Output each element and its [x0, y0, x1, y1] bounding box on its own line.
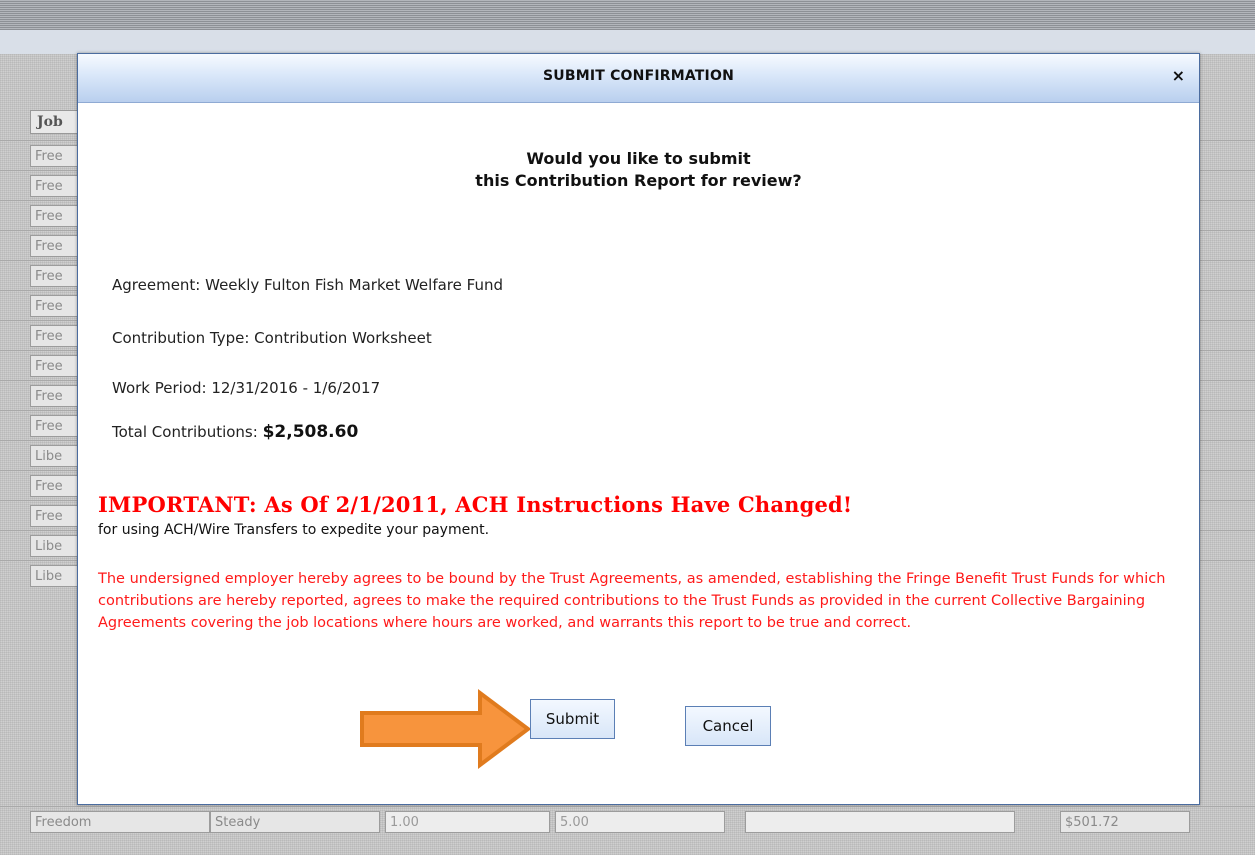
table-cell: Free — [30, 175, 80, 197]
table-cell: Free — [30, 415, 80, 437]
table-cell: Free — [30, 235, 80, 257]
table-cell: Free — [30, 265, 80, 287]
submit-confirmation-dialog: SUBMIT CONFIRMATION × Would you like to … — [77, 53, 1200, 805]
total-contributions: Total Contributions: $2,508.60 — [112, 422, 358, 442]
table-cell: $501.72 — [1060, 811, 1190, 833]
table-cell: Libe — [30, 445, 80, 467]
table-cell: Free — [30, 505, 80, 527]
close-icon[interactable]: × — [1172, 66, 1185, 85]
table-cell: Free — [30, 145, 80, 167]
agreement-text: Agreement: Weekly Fulton Fish Market Wel… — [112, 276, 503, 294]
total-label: Total Contributions: — [112, 423, 263, 441]
arrow-icon — [360, 689, 532, 769]
table-cell: Free — [30, 355, 80, 377]
work-period-text: Work Period: 12/31/2016 - 1/6/2017 — [112, 379, 381, 397]
dialog-titlebar: SUBMIT CONFIRMATION × — [78, 54, 1199, 103]
table-cell: Freedom — [30, 811, 210, 833]
table-cell: Free — [30, 205, 80, 227]
contribution-type-text: Contribution Type: Contribution Workshee… — [112, 329, 432, 347]
question-line-2: this Contribution Report for review? — [475, 171, 802, 190]
confirmation-question: Would you like to submit this Contributi… — [78, 148, 1199, 192]
submit-button[interactable]: Submit — [530, 699, 615, 739]
legal-agreement-text: The undersigned employer hereby agrees t… — [98, 571, 1166, 631]
important-notice-subtext: for using ACH/Wire Transfers to expedite… — [98, 522, 490, 538]
table-cell: Free — [30, 295, 80, 317]
table-cell: Free — [30, 475, 80, 497]
important-notice-heading: IMPORTANT: As Of 2/1/2011, ACH Instructi… — [98, 492, 853, 517]
notes-input[interactable] — [745, 811, 1015, 833]
table-cell: Free — [30, 325, 80, 347]
table-cell: Libe — [30, 565, 80, 587]
question-line-1: Would you like to submit — [526, 149, 751, 168]
table-cell: Libe — [30, 535, 80, 557]
rate-input[interactable]: 5.00 — [555, 811, 725, 833]
table-row: Freedom Steady 1.00 5.00 $501.72 — [0, 806, 1255, 837]
hours-input[interactable]: 1.00 — [385, 811, 550, 833]
total-value: $2,508.60 — [262, 422, 359, 442]
cancel-button[interactable]: Cancel — [685, 706, 771, 746]
table-cell: Steady — [210, 811, 380, 833]
dialog-title: SUBMIT CONFIRMATION — [543, 68, 734, 84]
table-cell: Free — [30, 385, 80, 407]
